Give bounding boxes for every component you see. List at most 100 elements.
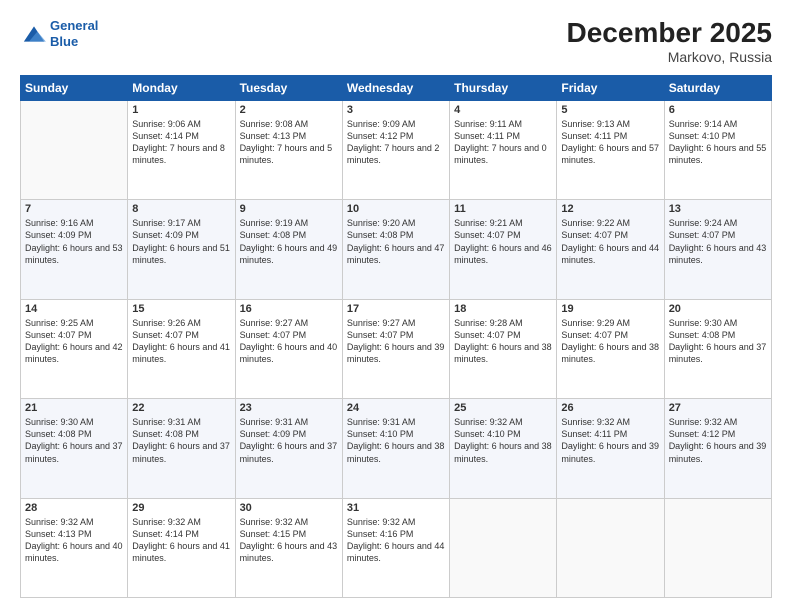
day-number: 22 bbox=[132, 402, 230, 414]
title-block: December 2025 Markovo, Russia bbox=[567, 18, 772, 65]
day-number: 13 bbox=[669, 203, 767, 215]
table-row: 24 Sunrise: 9:31 AM Sunset: 4:10 PM Dayl… bbox=[342, 399, 449, 498]
table-row: 13 Sunrise: 9:24 AM Sunset: 4:07 PM Dayl… bbox=[664, 200, 771, 299]
day-number: 20 bbox=[669, 303, 767, 315]
cell-info: Sunrise: 9:13 AM Sunset: 4:11 PM Dayligh… bbox=[561, 118, 659, 167]
col-monday: Monday bbox=[128, 75, 235, 100]
cell-info: Sunrise: 9:16 AM Sunset: 4:09 PM Dayligh… bbox=[25, 217, 123, 266]
table-row: 4 Sunrise: 9:11 AM Sunset: 4:11 PM Dayli… bbox=[450, 100, 557, 199]
day-number: 14 bbox=[25, 303, 123, 315]
day-number: 6 bbox=[669, 104, 767, 116]
table-row: 21 Sunrise: 9:30 AM Sunset: 4:08 PM Dayl… bbox=[21, 399, 128, 498]
table-row: 25 Sunrise: 9:32 AM Sunset: 4:10 PM Dayl… bbox=[450, 399, 557, 498]
day-number: 18 bbox=[454, 303, 552, 315]
col-wednesday: Wednesday bbox=[342, 75, 449, 100]
table-row: 2 Sunrise: 9:08 AM Sunset: 4:13 PM Dayli… bbox=[235, 100, 342, 199]
table-row bbox=[664, 498, 771, 597]
cell-info: Sunrise: 9:32 AM Sunset: 4:12 PM Dayligh… bbox=[669, 416, 767, 465]
table-row: 17 Sunrise: 9:27 AM Sunset: 4:07 PM Dayl… bbox=[342, 299, 449, 398]
cell-info: Sunrise: 9:32 AM Sunset: 4:15 PM Dayligh… bbox=[240, 516, 338, 565]
table-row: 22 Sunrise: 9:31 AM Sunset: 4:08 PM Dayl… bbox=[128, 399, 235, 498]
table-row: 15 Sunrise: 9:26 AM Sunset: 4:07 PM Dayl… bbox=[128, 299, 235, 398]
table-row: 6 Sunrise: 9:14 AM Sunset: 4:10 PM Dayli… bbox=[664, 100, 771, 199]
calendar-week-row: 7 Sunrise: 9:16 AM Sunset: 4:09 PM Dayli… bbox=[21, 200, 772, 299]
page: General Blue December 2025 Markovo, Russ… bbox=[0, 0, 792, 612]
day-number: 16 bbox=[240, 303, 338, 315]
cell-info: Sunrise: 9:32 AM Sunset: 4:14 PM Dayligh… bbox=[132, 516, 230, 565]
calendar-week-row: 14 Sunrise: 9:25 AM Sunset: 4:07 PM Dayl… bbox=[21, 299, 772, 398]
cell-info: Sunrise: 9:31 AM Sunset: 4:10 PM Dayligh… bbox=[347, 416, 445, 465]
cell-info: Sunrise: 9:08 AM Sunset: 4:13 PM Dayligh… bbox=[240, 118, 338, 167]
cell-info: Sunrise: 9:19 AM Sunset: 4:08 PM Dayligh… bbox=[240, 217, 338, 266]
calendar-week-row: 21 Sunrise: 9:30 AM Sunset: 4:08 PM Dayl… bbox=[21, 399, 772, 498]
cell-info: Sunrise: 9:22 AM Sunset: 4:07 PM Dayligh… bbox=[561, 217, 659, 266]
table-row: 31 Sunrise: 9:32 AM Sunset: 4:16 PM Dayl… bbox=[342, 498, 449, 597]
table-row: 10 Sunrise: 9:20 AM Sunset: 4:08 PM Dayl… bbox=[342, 200, 449, 299]
cell-info: Sunrise: 9:28 AM Sunset: 4:07 PM Dayligh… bbox=[454, 317, 552, 366]
table-row: 1 Sunrise: 9:06 AM Sunset: 4:14 PM Dayli… bbox=[128, 100, 235, 199]
cell-info: Sunrise: 9:09 AM Sunset: 4:12 PM Dayligh… bbox=[347, 118, 445, 167]
cell-info: Sunrise: 9:24 AM Sunset: 4:07 PM Dayligh… bbox=[669, 217, 767, 266]
table-row bbox=[450, 498, 557, 597]
col-thursday: Thursday bbox=[450, 75, 557, 100]
cell-info: Sunrise: 9:30 AM Sunset: 4:08 PM Dayligh… bbox=[25, 416, 123, 465]
table-row: 14 Sunrise: 9:25 AM Sunset: 4:07 PM Dayl… bbox=[21, 299, 128, 398]
table-row: 7 Sunrise: 9:16 AM Sunset: 4:09 PM Dayli… bbox=[21, 200, 128, 299]
table-row: 19 Sunrise: 9:29 AM Sunset: 4:07 PM Dayl… bbox=[557, 299, 664, 398]
cell-info: Sunrise: 9:11 AM Sunset: 4:11 PM Dayligh… bbox=[454, 118, 552, 167]
calendar-week-row: 1 Sunrise: 9:06 AM Sunset: 4:14 PM Dayli… bbox=[21, 100, 772, 199]
cell-info: Sunrise: 9:32 AM Sunset: 4:11 PM Dayligh… bbox=[561, 416, 659, 465]
page-subtitle: Markovo, Russia bbox=[567, 49, 772, 65]
day-number: 8 bbox=[132, 203, 230, 215]
col-friday: Friday bbox=[557, 75, 664, 100]
day-number: 5 bbox=[561, 104, 659, 116]
day-number: 4 bbox=[454, 104, 552, 116]
day-number: 12 bbox=[561, 203, 659, 215]
cell-info: Sunrise: 9:32 AM Sunset: 4:10 PM Dayligh… bbox=[454, 416, 552, 465]
cell-info: Sunrise: 9:25 AM Sunset: 4:07 PM Dayligh… bbox=[25, 317, 123, 366]
day-number: 17 bbox=[347, 303, 445, 315]
day-number: 9 bbox=[240, 203, 338, 215]
cell-info: Sunrise: 9:17 AM Sunset: 4:09 PM Dayligh… bbox=[132, 217, 230, 266]
day-number: 29 bbox=[132, 502, 230, 514]
day-number: 2 bbox=[240, 104, 338, 116]
day-number: 7 bbox=[25, 203, 123, 215]
cell-info: Sunrise: 9:20 AM Sunset: 4:08 PM Dayligh… bbox=[347, 217, 445, 266]
cell-info: Sunrise: 9:29 AM Sunset: 4:07 PM Dayligh… bbox=[561, 317, 659, 366]
day-number: 25 bbox=[454, 402, 552, 414]
cell-info: Sunrise: 9:14 AM Sunset: 4:10 PM Dayligh… bbox=[669, 118, 767, 167]
cell-info: Sunrise: 9:31 AM Sunset: 4:09 PM Dayligh… bbox=[240, 416, 338, 465]
table-row: 16 Sunrise: 9:27 AM Sunset: 4:07 PM Dayl… bbox=[235, 299, 342, 398]
logo-icon bbox=[20, 23, 48, 45]
cell-info: Sunrise: 9:30 AM Sunset: 4:08 PM Dayligh… bbox=[669, 317, 767, 366]
cell-info: Sunrise: 9:32 AM Sunset: 4:16 PM Dayligh… bbox=[347, 516, 445, 565]
day-number: 11 bbox=[454, 203, 552, 215]
day-number: 28 bbox=[25, 502, 123, 514]
table-row: 8 Sunrise: 9:17 AM Sunset: 4:09 PM Dayli… bbox=[128, 200, 235, 299]
table-row: 18 Sunrise: 9:28 AM Sunset: 4:07 PM Dayl… bbox=[450, 299, 557, 398]
day-number: 10 bbox=[347, 203, 445, 215]
day-number: 30 bbox=[240, 502, 338, 514]
day-number: 21 bbox=[25, 402, 123, 414]
day-number: 26 bbox=[561, 402, 659, 414]
table-row: 26 Sunrise: 9:32 AM Sunset: 4:11 PM Dayl… bbox=[557, 399, 664, 498]
col-tuesday: Tuesday bbox=[235, 75, 342, 100]
cell-info: Sunrise: 9:27 AM Sunset: 4:07 PM Dayligh… bbox=[240, 317, 338, 366]
day-number: 27 bbox=[669, 402, 767, 414]
cell-info: Sunrise: 9:32 AM Sunset: 4:13 PM Dayligh… bbox=[25, 516, 123, 565]
calendar-week-row: 28 Sunrise: 9:32 AM Sunset: 4:13 PM Dayl… bbox=[21, 498, 772, 597]
day-number: 23 bbox=[240, 402, 338, 414]
day-number: 31 bbox=[347, 502, 445, 514]
table-row: 23 Sunrise: 9:31 AM Sunset: 4:09 PM Dayl… bbox=[235, 399, 342, 498]
day-number: 19 bbox=[561, 303, 659, 315]
table-row: 27 Sunrise: 9:32 AM Sunset: 4:12 PM Dayl… bbox=[664, 399, 771, 498]
day-number: 1 bbox=[132, 104, 230, 116]
col-sunday: Sunday bbox=[21, 75, 128, 100]
cell-info: Sunrise: 9:27 AM Sunset: 4:07 PM Dayligh… bbox=[347, 317, 445, 366]
page-title: December 2025 bbox=[567, 18, 772, 49]
table-row: 9 Sunrise: 9:19 AM Sunset: 4:08 PM Dayli… bbox=[235, 200, 342, 299]
cell-info: Sunrise: 9:26 AM Sunset: 4:07 PM Dayligh… bbox=[132, 317, 230, 366]
cell-info: Sunrise: 9:31 AM Sunset: 4:08 PM Dayligh… bbox=[132, 416, 230, 465]
table-row: 29 Sunrise: 9:32 AM Sunset: 4:14 PM Dayl… bbox=[128, 498, 235, 597]
calendar-header-row: Sunday Monday Tuesday Wednesday Thursday… bbox=[21, 75, 772, 100]
